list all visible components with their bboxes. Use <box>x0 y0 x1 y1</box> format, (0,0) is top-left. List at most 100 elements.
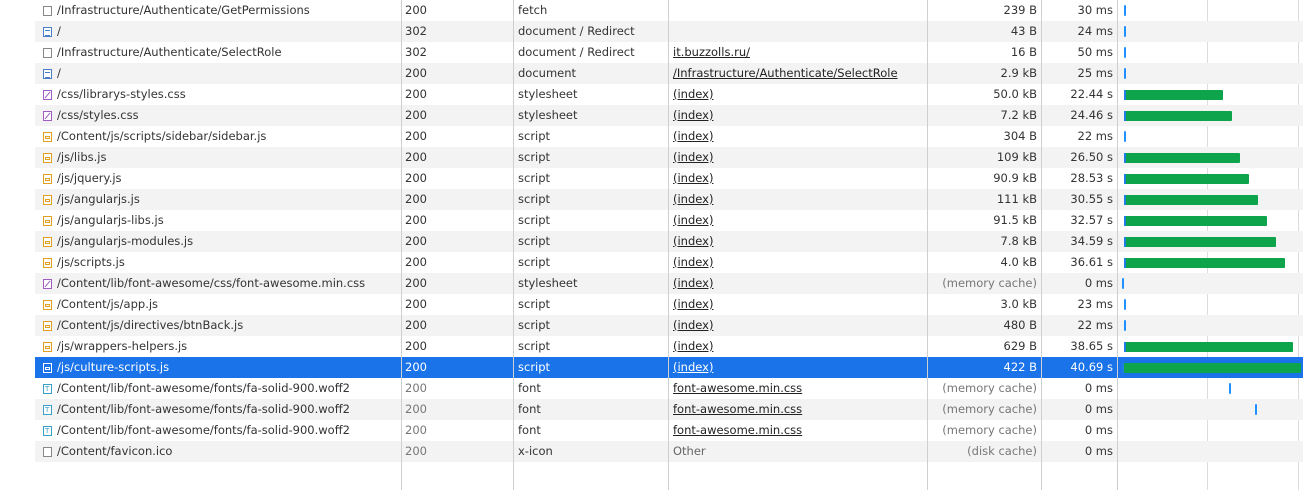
size-cell: (memory cache) <box>942 402 1037 416</box>
column-divider[interactable] <box>1041 0 1042 490</box>
waterfall-bar <box>1124 258 1285 268</box>
initiator-link[interactable]: (index) <box>673 336 923 357</box>
table-row[interactable]: /js/angularjs-modules.js 200 script (index)… <box>35 231 1303 252</box>
initiator-link[interactable] <box>673 21 923 42</box>
table-row[interactable]: /Infrastructure/Authenticate/GetPermissi… <box>35 0 1303 21</box>
column-divider[interactable] <box>401 0 402 490</box>
type-cell: font <box>518 402 541 416</box>
request-name-cell[interactable]: /Content/lib/font-awesome/fonts/fa-solid… <box>43 399 399 420</box>
waterfall-bar <box>1124 342 1293 352</box>
request-name: /Content/js/directives/btnBack.js <box>57 318 244 332</box>
table-row[interactable]: /css/librarys-styles.css 200 stylesheet (in… <box>35 84 1303 105</box>
request-name: /js/libs.js <box>57 150 107 164</box>
waterfall-bar <box>1124 153 1240 163</box>
request-name: /Content/favicon.ico <box>57 444 173 458</box>
request-name-cell[interactable]: /Content/js/directives/btnBack.js <box>43 315 399 336</box>
table-row[interactable]: /Content/lib/font-awesome/fonts/fa-solid… <box>35 420 1303 441</box>
request-name-cell[interactable]: / <box>43 63 399 84</box>
initiator-link[interactable]: (index) <box>673 147 923 168</box>
request-name-cell[interactable]: / <box>43 21 399 42</box>
time-cell: 0 ms <box>1084 381 1113 395</box>
request-name-cell[interactable]: /Content/lib/font-awesome/css/font-aweso… <box>43 273 399 294</box>
table-row[interactable]: / 302 document / Redirect 43 B 24 ms <box>35 21 1303 42</box>
table-row[interactable]: /js/libs.js 200 script (index) 109 kB 26.50 s <box>35 147 1303 168</box>
request-name-cell[interactable]: /Infrastructure/Authenticate/GetPermissi… <box>43 0 399 21</box>
table-row[interactable]: /Content/lib/font-awesome/css/font-aweso… <box>35 273 1303 294</box>
time-cell: 26.50 s <box>1070 150 1113 164</box>
initiator-link[interactable]: (index) <box>673 294 923 315</box>
request-name-cell[interactable]: /js/scripts.js <box>43 252 399 273</box>
table-row[interactable]: /js/culture-scripts.js 200 script (index) 42… <box>35 357 1303 378</box>
stylesheet-icon <box>43 90 52 100</box>
column-divider[interactable] <box>1117 0 1118 490</box>
initiator-link[interactable]: (index) <box>673 273 923 294</box>
initiator-link[interactable]: font-awesome.min.css <box>673 420 923 441</box>
request-name-cell[interactable]: /js/libs.js <box>43 147 399 168</box>
table-row[interactable]: /js/jquery.js 200 script (index) 90.9 kB 28.5… <box>35 168 1303 189</box>
request-name-cell[interactable]: /Content/lib/font-awesome/fonts/fa-solid… <box>43 378 399 399</box>
table-row[interactable]: /js/wrappers-helpers.js 200 script (index) 6… <box>35 336 1303 357</box>
status-cell: 200 <box>405 87 427 101</box>
time-cell: 32.57 s <box>1070 213 1113 227</box>
table-row[interactable]: /Content/favicon.ico 200 x-icon Other (disk … <box>35 441 1303 462</box>
table-row[interactable]: /Infrastructure/Authenticate/SelectRole 3… <box>35 42 1303 63</box>
request-name: /js/angularjs-modules.js <box>57 234 194 248</box>
request-name-cell[interactable]: /css/styles.css <box>43 105 399 126</box>
table-row[interactable]: /Content/lib/font-awesome/fonts/fa-solid… <box>35 399 1303 420</box>
request-name-cell[interactable]: /Content/js/scripts/sidebar/sidebar.js <box>43 126 399 147</box>
request-name-cell[interactable]: /Content/favicon.ico <box>43 441 399 462</box>
request-name: /Infrastructure/Authenticate/GetPermissi… <box>57 3 310 17</box>
document-icon <box>43 69 52 79</box>
table-row[interactable]: /Content/lib/font-awesome/fonts/fa-solid… <box>35 378 1303 399</box>
initiator-link[interactable]: (index) <box>673 210 923 231</box>
request-name-cell[interactable]: /js/angularjs-modules.js <box>43 231 399 252</box>
request-name-cell[interactable]: /Content/lib/font-awesome/fonts/fa-solid… <box>43 420 399 441</box>
type-cell: document / Redirect <box>518 24 635 38</box>
column-divider[interactable] <box>668 0 669 490</box>
initiator-link[interactable]: (index) <box>673 105 923 126</box>
table-row[interactable]: /js/scripts.js 200 script (index) 4.0 kB 36.6… <box>35 252 1303 273</box>
initiator-link[interactable]: (index) <box>673 252 923 273</box>
initiator-link[interactable]: (index) <box>673 84 923 105</box>
table-row[interactable]: /js/angularjs-libs.js 200 script (index) 91.… <box>35 210 1303 231</box>
initiator-link[interactable]: (index) <box>673 168 923 189</box>
table-row[interactable]: /css/styles.css 200 stylesheet (index) 7.2 k… <box>35 105 1303 126</box>
status-cell: 200 <box>405 129 427 143</box>
request-name-cell[interactable]: /css/librarys-styles.css <box>43 84 399 105</box>
request-name-cell[interactable]: /Infrastructure/Authenticate/SelectRole <box>43 42 399 63</box>
size-cell: 111 kB <box>996 192 1037 206</box>
request-name-cell[interactable]: /Content/js/app.js <box>43 294 399 315</box>
initiator-link[interactable]: Other <box>673 441 923 462</box>
initiator-link[interactable]: (index) <box>673 315 923 336</box>
waterfall-bar <box>1122 363 1301 373</box>
table-row[interactable]: /Content/js/scripts/sidebar/sidebar.js 20… <box>35 126 1303 147</box>
type-cell: fetch <box>518 3 548 17</box>
initiator-link[interactable]: (index) <box>673 126 923 147</box>
waterfall-cell <box>1119 63 1303 84</box>
table-row[interactable]: /js/angularjs.js 200 script (index) 111 kB 30… <box>35 189 1303 210</box>
column-divider[interactable] <box>513 0 514 490</box>
request-name-cell[interactable]: /js/angularjs.js <box>43 189 399 210</box>
initiator-link[interactable]: (index) <box>673 231 923 252</box>
initiator-link[interactable]: (index) <box>673 189 923 210</box>
request-name-cell[interactable]: /js/jquery.js <box>43 168 399 189</box>
request-name: / <box>57 24 61 38</box>
initiator-link[interactable]: /Infrastructure/Authenticate/SelectRole <box>673 63 923 84</box>
type-cell: script <box>518 318 551 332</box>
time-cell: 40.69 s <box>1070 360 1113 374</box>
request-name-cell[interactable]: /js/wrappers-helpers.js <box>43 336 399 357</box>
table-row[interactable]: /Content/js/directives/btnBack.js 200 scri… <box>35 315 1303 336</box>
table-row[interactable]: /Content/js/app.js 200 script (index) 3.0 kB… <box>35 294 1303 315</box>
initiator-link[interactable] <box>673 0 923 21</box>
column-divider[interactable] <box>927 0 928 490</box>
font-icon <box>43 379 52 399</box>
initiator-link[interactable]: font-awesome.min.css <box>673 399 923 420</box>
initiator-link[interactable]: (index) <box>673 357 923 378</box>
request-name-cell[interactable]: /js/culture-scripts.js <box>43 357 399 378</box>
initiator-link[interactable]: font-awesome.min.css <box>673 378 923 399</box>
table-row[interactable]: / 200 document/Infrastructure/Authenticate… <box>35 63 1303 84</box>
request-name-cell[interactable]: /js/angularjs-libs.js <box>43 210 399 231</box>
waterfall-cell <box>1119 357 1303 378</box>
initiator-link[interactable]: it.buzzolls.ru/ <box>673 42 923 63</box>
time-cell: 36.61 s <box>1070 255 1113 269</box>
